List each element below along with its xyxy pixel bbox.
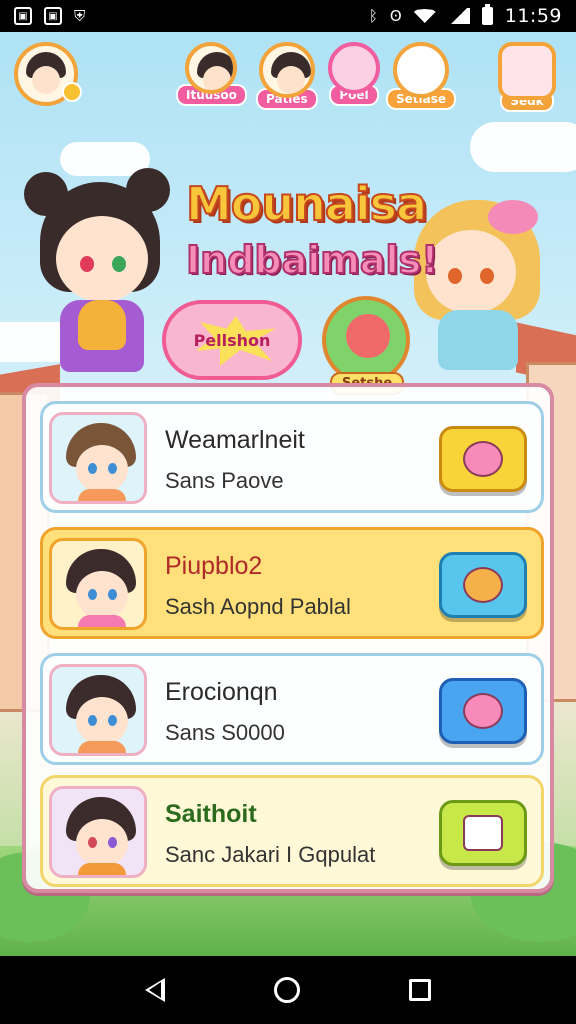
mascot-avatar — [498, 42, 556, 100]
card-title: Saithoit — [165, 800, 257, 828]
clock: 11:59 — [504, 5, 562, 27]
game-subtitle: Indbaimals! — [185, 237, 439, 283]
battery-icon — [481, 4, 493, 25]
character-portrait — [49, 538, 147, 630]
character-left — [24, 168, 170, 382]
card-title: Weamarlneit — [165, 426, 305, 454]
wifi-icon — [413, 9, 436, 23]
friend-avatar-button[interactable]: Patles — [256, 42, 318, 110]
list-item[interactable]: Weamarlneit Sans Paove — [40, 401, 544, 513]
character-portrait — [49, 412, 147, 504]
cat-avatar — [328, 42, 380, 94]
pet-face-icon — [463, 441, 503, 477]
cup-icon — [463, 815, 503, 851]
cloud — [470, 122, 576, 172]
pet-icon — [346, 314, 390, 358]
image-icon: ▣ — [14, 7, 32, 25]
status-bar: ▣ ▣ ⛨ ᛒ Ꙩ 11:59 — [0, 0, 576, 32]
bluetooth-icon: ᛒ — [368, 7, 378, 25]
card-subtitle: Sash Aopnd Pablal — [165, 594, 351, 619]
signal-icon — [447, 8, 470, 24]
list-item[interactable]: Piupblo2 Sash Aopnd Pablal — [40, 527, 544, 639]
avatar — [258, 42, 315, 98]
play-button[interactable] — [439, 800, 527, 866]
home-icon[interactable] — [273, 977, 300, 1003]
game-title: Mounaisa — [185, 176, 428, 232]
friend-avatar-button[interactable]: Poel — [328, 42, 380, 106]
game-mode-panel: Weamarlneit Sans Paove Piupblo2 Sash Aop… — [22, 383, 554, 893]
promo-bubble-button[interactable]: Pellshon — [162, 300, 302, 380]
card-subtitle: Sans Paove — [165, 468, 284, 493]
card-title: Erocionqn — [165, 678, 278, 706]
character-right — [408, 200, 548, 390]
card-subtitle: Sans S0000 — [165, 720, 285, 745]
play-button[interactable] — [439, 678, 527, 744]
level-badge-icon — [62, 82, 82, 102]
image-icon: ▣ — [44, 7, 62, 25]
recent-apps-icon[interactable] — [409, 979, 432, 1001]
character-portrait — [49, 664, 147, 756]
promo-bubble-label: Pellshon — [193, 330, 271, 350]
list-item[interactable]: Saithoit Sanc Jakari I Gqpulat — [40, 775, 544, 887]
profile-avatar-button[interactable] — [14, 42, 82, 106]
nfc-icon: Ꙩ — [389, 7, 402, 25]
back-icon[interactable] — [144, 978, 165, 1002]
play-button[interactable] — [439, 552, 527, 618]
character-portrait — [49, 786, 147, 878]
settings-avatar-button[interactable]: Sedk — [498, 42, 556, 112]
system-nav-bar — [0, 956, 576, 1024]
pet-face-icon — [463, 693, 503, 729]
event-badge-button[interactable] — [322, 296, 410, 384]
list-item[interactable]: Erocionqn Sans S0000 — [40, 653, 544, 765]
pet-avatar — [393, 42, 449, 98]
card-title: Piupblo2 — [165, 552, 263, 580]
pet-face-icon — [463, 567, 503, 603]
friend-avatar-button[interactable]: Setlase — [386, 42, 457, 110]
friend-avatar-button[interactable]: Ituusoo — [176, 42, 247, 106]
play-button[interactable] — [439, 426, 527, 492]
shield-icon: ⛨ — [74, 7, 86, 25]
card-subtitle: Sanc Jakari I Gqpulat — [165, 842, 376, 867]
